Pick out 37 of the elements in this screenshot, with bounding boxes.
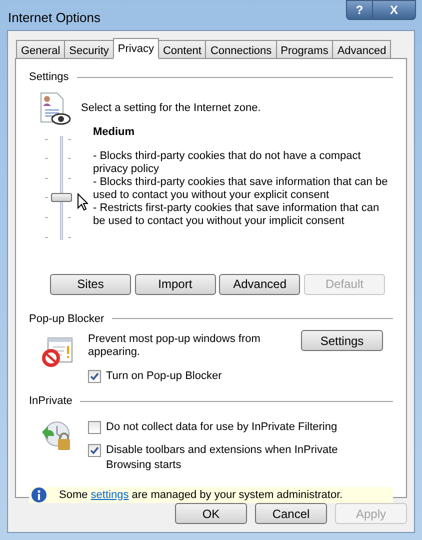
group-heading: InPrivate — [29, 394, 72, 409]
intro-text: Select a setting for the Internet zone. — [81, 101, 261, 116]
tab[interactable]: Connections — [205, 40, 277, 59]
dialog-button[interactable]: Cancel — [255, 503, 327, 524]
help-button[interactable]: ? — [346, 0, 373, 20]
checkbox[interactable] — [88, 370, 101, 383]
tab[interactable]: Advanced — [332, 40, 392, 59]
cursor-icon — [77, 193, 88, 211]
close-button[interactable]: X — [373, 0, 416, 20]
tab[interactable]: Security — [64, 40, 114, 59]
checkbox-label: Turn on Pop-up Blocker — [106, 369, 222, 384]
tab[interactable]: Privacy — [112, 38, 159, 59]
window-title: Internet Options — [8, 9, 100, 27]
description-text: - Restricts first-party cookies that save information that can be used to contact you without your implicit consent — [93, 202, 380, 228]
tab[interactable]: General — [16, 40, 66, 59]
settings-button[interactable]: Advanced — [219, 274, 300, 294]
blocked-window-icon — [40, 337, 74, 369]
checkbox[interactable] — [88, 420, 101, 434]
checkbox-label: Disable toolbars and extensions when InPrivate Browsing starts — [106, 442, 339, 472]
document-eye-icon — [39, 92, 71, 126]
group-heading: Settings — [29, 70, 69, 85]
dialog-button[interactable]: OK — [175, 503, 247, 524]
popup-settings-button[interactable]: Settings — [301, 330, 383, 351]
settings-button[interactable]: Sites — [50, 274, 131, 294]
level-name: Medium — [93, 124, 136, 140]
slider-thumb[interactable] — [51, 193, 72, 202]
description-text: - Blocks third-party cookies that save information that can be used to contact you without your explicit consent — [93, 176, 389, 202]
tab[interactable]: Programs — [276, 40, 334, 59]
checkbox-label: Do not collect data for use by InPrivate Filtering — [106, 420, 338, 434]
checkbox[interactable] — [88, 444, 101, 456]
info-text: Some settings are managed by your system administrator. — [59, 488, 343, 502]
group-heading: Pop-up Blocker — [29, 312, 104, 326]
popup-text: Prevent most pop-up windows from appearing. — [88, 333, 262, 359]
privacy-slider[interactable] — [45, 136, 71, 242]
description-text: - Blocks third-party cookies that do not have a compact privacy policy — [93, 150, 362, 176]
settings-link[interactable]: settings — [90, 488, 129, 500]
settings-button[interactable]: Import — [134, 274, 216, 294]
